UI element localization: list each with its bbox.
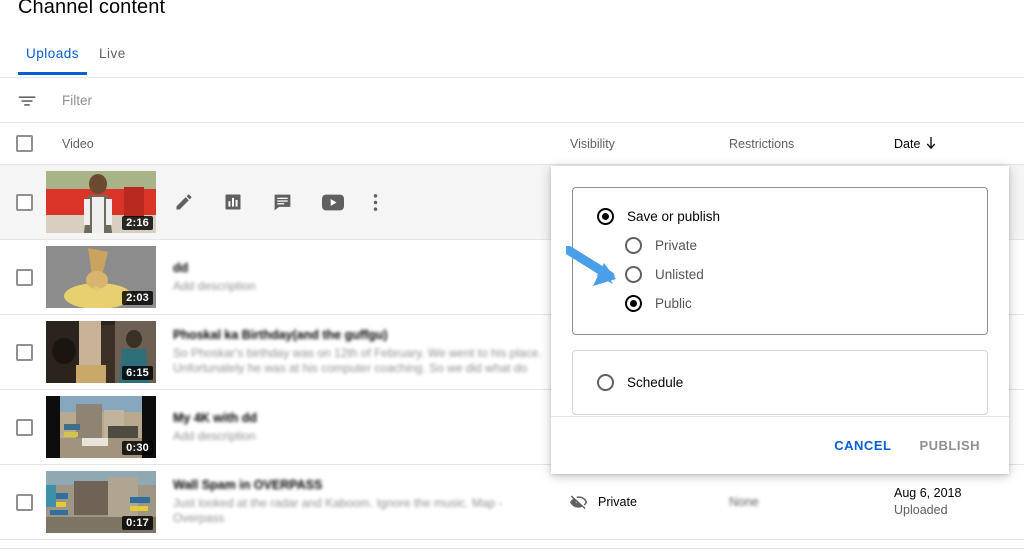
table-header: Video Visibility Restrictions Date bbox=[0, 123, 1024, 165]
radio-save-or-publish-label: Save or publish bbox=[627, 209, 720, 224]
radio-private-indicator bbox=[625, 237, 642, 254]
save-or-publish-group: Save or publish Private Unlisted Public bbox=[572, 187, 988, 335]
comments-icon[interactable] bbox=[272, 192, 293, 213]
filter-input[interactable]: Filter bbox=[62, 93, 92, 108]
video-duration: 0:30 bbox=[122, 441, 153, 455]
page-title: Channel content bbox=[18, 0, 165, 19]
row-checkbox[interactable] bbox=[16, 344, 33, 361]
row-date: Aug 6, 2018 Uploaded bbox=[894, 485, 961, 519]
radio-unlisted-label: Unlisted bbox=[655, 267, 704, 282]
publish-button[interactable]: PUBLISH bbox=[910, 429, 989, 462]
video-title[interactable]: Wall Spam in OVERPASS bbox=[173, 478, 543, 492]
filter-bar: Filter bbox=[0, 79, 1024, 123]
table-row[interactable]: 0:17 Wall Spam in OVERPASS Just looked a… bbox=[0, 465, 1024, 540]
video-description[interactable]: Just looked at the radar and Kaboom. Ign… bbox=[173, 496, 543, 526]
radio-save-or-publish-indicator bbox=[597, 208, 614, 225]
bottom-divider bbox=[0, 548, 1024, 549]
video-duration: 2:03 bbox=[122, 291, 153, 305]
video-meta: My 4K with dd Add description bbox=[173, 411, 543, 444]
filter-icon[interactable] bbox=[16, 90, 38, 112]
video-description[interactable]: Add description bbox=[173, 279, 543, 294]
video-title[interactable]: dd bbox=[173, 261, 543, 275]
radio-schedule-label: Schedule bbox=[627, 375, 683, 390]
row-visibility[interactable]: Private bbox=[570, 493, 637, 511]
video-thumbnail[interactable]: 2:03 bbox=[46, 246, 156, 308]
video-thumbnail[interactable]: 6:15 bbox=[46, 321, 156, 383]
tab-uploads[interactable]: Uploads bbox=[16, 38, 89, 75]
video-meta: Phoskal ka Birthday(and the guffgu) So P… bbox=[173, 328, 543, 376]
dialog-footer: CANCEL PUBLISH bbox=[551, 416, 1009, 474]
radio-public-label: Public bbox=[655, 296, 692, 311]
column-header-date-label: Date bbox=[894, 137, 920, 151]
video-description[interactable]: So Phoskar's birthday was on 12th of Feb… bbox=[173, 346, 543, 376]
eye-off-icon bbox=[570, 493, 588, 511]
row-date-value: Aug 6, 2018 bbox=[894, 485, 961, 502]
row-actions bbox=[174, 192, 378, 213]
youtube-icon[interactable] bbox=[322, 194, 344, 211]
dialog-body: Save or publish Private Unlisted Public bbox=[551, 166, 1009, 416]
schedule-group: Schedule bbox=[572, 350, 988, 415]
radio-save-or-publish[interactable]: Save or publish bbox=[573, 202, 987, 231]
row-restrictions: None bbox=[729, 495, 759, 509]
analytics-icon[interactable] bbox=[223, 192, 243, 212]
row-checkbox[interactable] bbox=[16, 494, 33, 511]
radio-private-label: Private bbox=[655, 238, 697, 253]
video-duration: 0:17 bbox=[122, 516, 153, 530]
video-thumbnail[interactable]: 0:17 bbox=[46, 471, 156, 533]
radio-public[interactable]: Public bbox=[573, 289, 987, 318]
tab-live-label: Live bbox=[99, 46, 126, 61]
video-thumbnail[interactable]: 0:30 bbox=[46, 396, 156, 458]
radio-unlisted[interactable]: Unlisted bbox=[573, 260, 987, 289]
radio-schedule[interactable]: Schedule bbox=[573, 368, 987, 397]
edit-icon[interactable] bbox=[174, 192, 194, 212]
video-description[interactable]: Add description bbox=[173, 429, 543, 444]
radio-private[interactable]: Private bbox=[573, 231, 987, 260]
column-header-restrictions: Restrictions bbox=[729, 137, 794, 151]
radio-public-indicator bbox=[625, 295, 642, 312]
video-duration: 6:15 bbox=[122, 366, 153, 380]
select-all-checkbox[interactable] bbox=[16, 135, 33, 152]
youtube-studio-channel-content: Channel content Uploads Live Filter Vide… bbox=[0, 0, 1024, 559]
video-meta: Wall Spam in OVERPASS Just looked at the… bbox=[173, 478, 543, 526]
row-checkbox[interactable] bbox=[16, 419, 33, 436]
column-header-date[interactable]: Date bbox=[894, 137, 937, 151]
column-header-visibility: Visibility bbox=[570, 137, 615, 151]
content-tabs: Uploads Live bbox=[0, 38, 1024, 78]
column-header-video: Video bbox=[62, 137, 94, 151]
cancel-button[interactable]: CANCEL bbox=[825, 429, 900, 462]
video-title[interactable]: My 4K with dd bbox=[173, 411, 543, 425]
sort-descending-arrow-icon bbox=[925, 137, 937, 150]
row-checkbox[interactable] bbox=[16, 269, 33, 286]
radio-unlisted-indicator bbox=[625, 266, 642, 283]
radio-schedule-indicator bbox=[597, 374, 614, 391]
video-title[interactable]: Phoskal ka Birthday(and the guffgu) bbox=[173, 328, 543, 342]
row-checkbox[interactable] bbox=[16, 194, 33, 211]
tab-uploads-label: Uploads bbox=[26, 46, 79, 61]
tab-live[interactable]: Live bbox=[89, 38, 136, 75]
row-visibility-label: Private bbox=[598, 495, 637, 509]
video-meta: dd Add description bbox=[173, 261, 543, 294]
more-options-icon[interactable] bbox=[373, 193, 378, 212]
video-thumbnail[interactable]: 2:16 bbox=[46, 171, 156, 233]
row-date-status: Uploaded bbox=[894, 502, 961, 519]
video-duration: 2:16 bbox=[122, 216, 153, 230]
visibility-dialog: Save or publish Private Unlisted Public bbox=[551, 166, 1009, 474]
